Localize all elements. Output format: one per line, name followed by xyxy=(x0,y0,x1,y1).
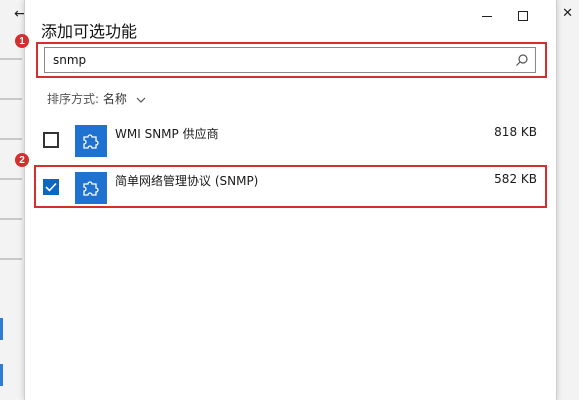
puzzle-piece-icon xyxy=(83,134,99,149)
sort-selector[interactable]: 排序方式: 名称 xyxy=(47,90,146,107)
background-nav-stub xyxy=(0,218,22,220)
background-nav-stub xyxy=(0,138,22,140)
background-nav-stub xyxy=(0,258,22,260)
background-nav-stub xyxy=(0,98,22,100)
annotation-highlight-search xyxy=(36,42,547,78)
annotation-marker: 1 xyxy=(15,34,29,48)
list-item[interactable]: WMI SNMP 供应商 818 KB xyxy=(25,117,556,163)
background-selection-accent xyxy=(0,364,3,386)
item-checkbox[interactable] xyxy=(43,132,59,148)
close-icon[interactable]: ✕ xyxy=(562,6,573,21)
background-nav-stub xyxy=(0,178,22,180)
item-size: 818 KB xyxy=(494,125,537,139)
minimize-button[interactable] xyxy=(475,6,499,26)
annotation-highlight-snmp-item xyxy=(34,165,547,208)
background-selection-accent xyxy=(0,318,3,340)
item-name: WMI SNMP 供应商 xyxy=(115,127,219,141)
chevron-down-icon xyxy=(136,97,146,103)
annotation-marker: 2 xyxy=(15,153,29,167)
maximize-button[interactable] xyxy=(511,6,535,26)
sort-label: 排序方式: xyxy=(47,92,100,106)
sort-value: 名称 xyxy=(102,92,127,106)
app-tile xyxy=(75,125,107,157)
background-nav-stub xyxy=(0,58,22,60)
background-right-edge: ✕ xyxy=(557,0,579,400)
dialog-title: 添加可选功能 xyxy=(41,22,138,41)
